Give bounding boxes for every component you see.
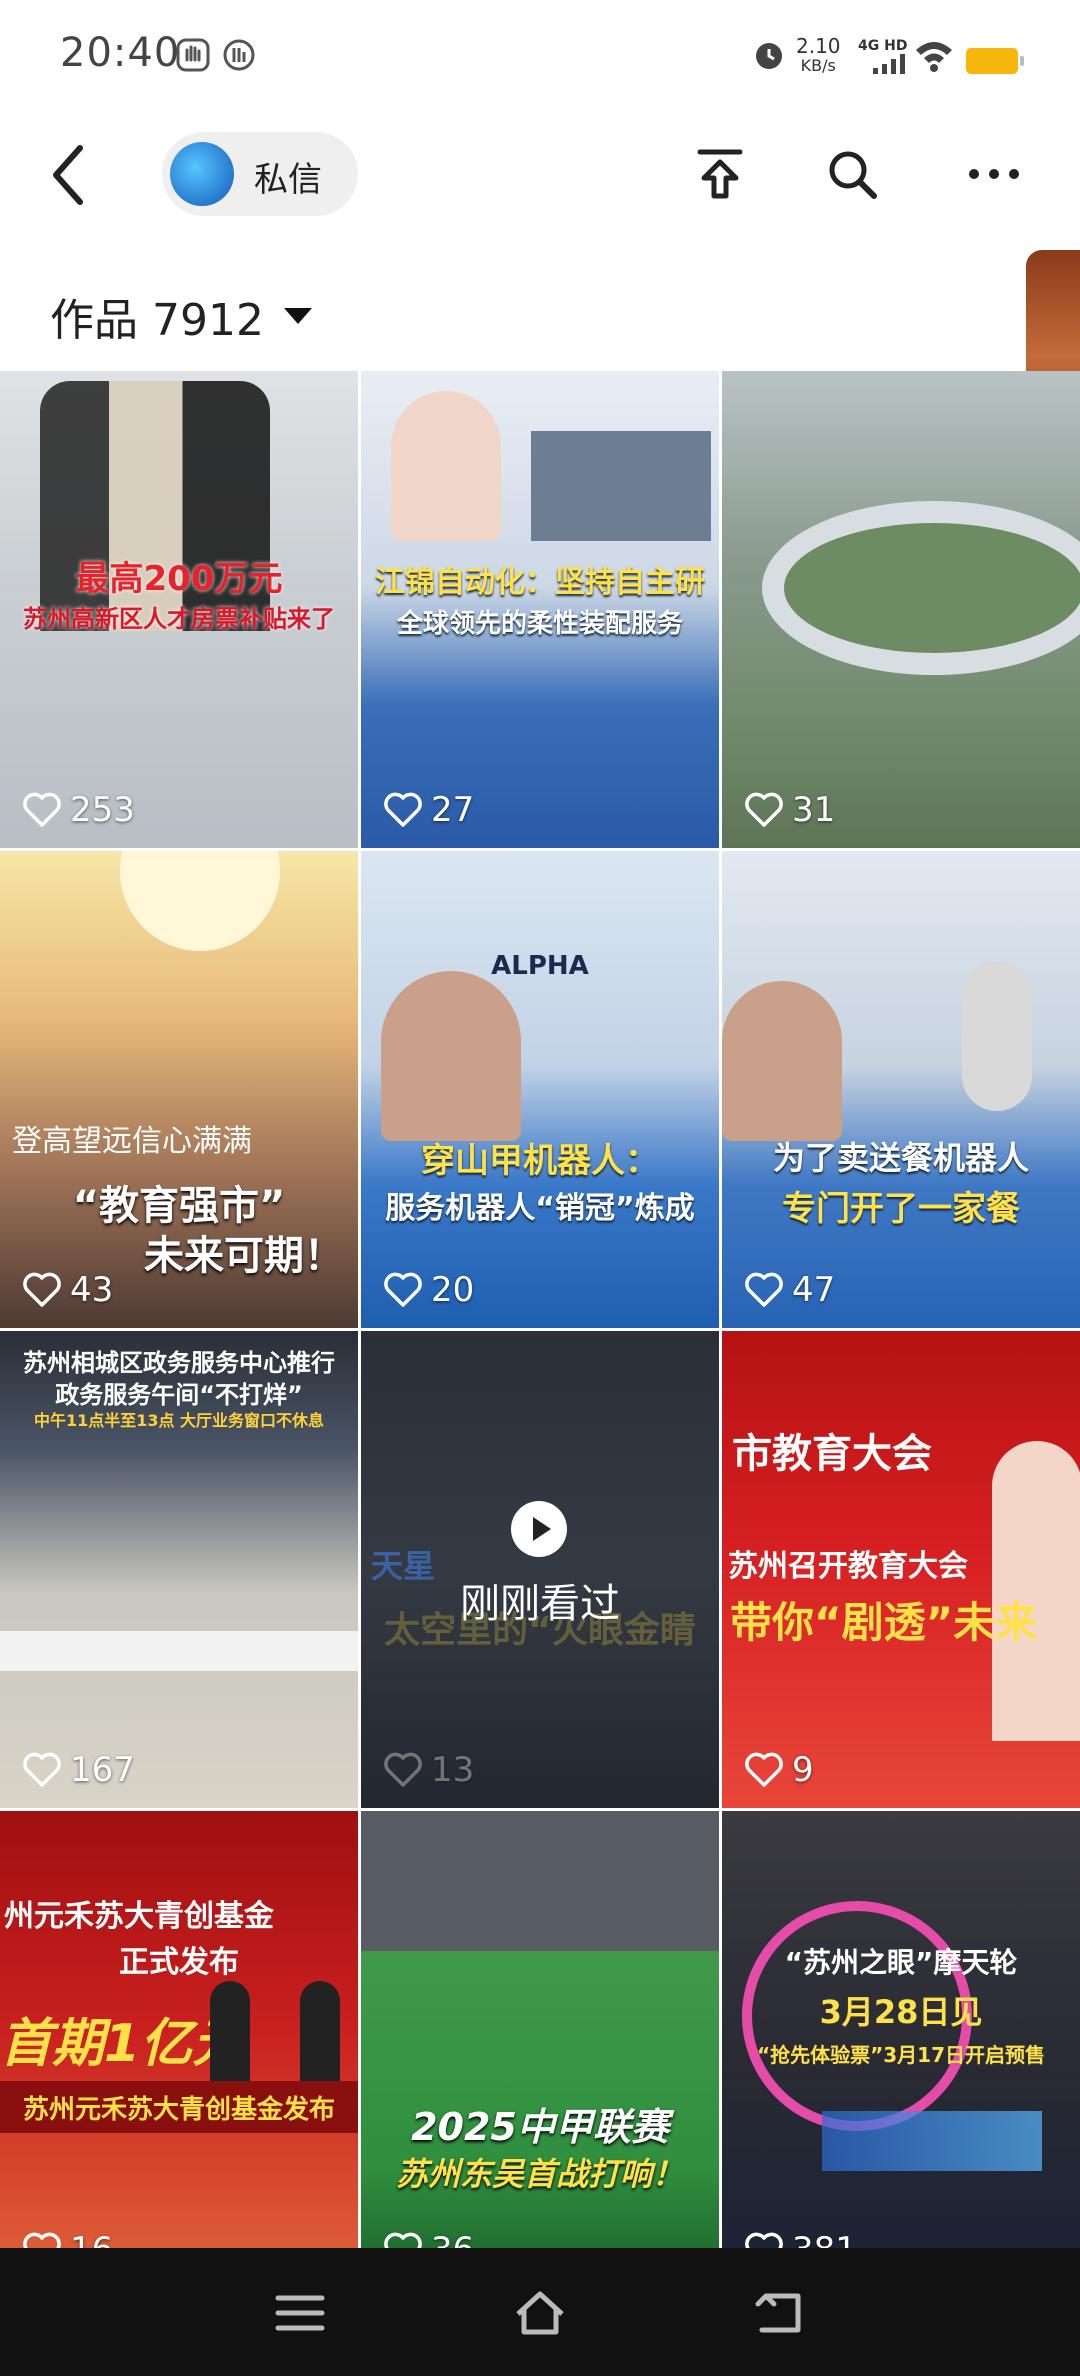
tile-title: 苏州相城区政务服务中心推行	[23, 1349, 335, 1377]
like-count: 27	[383, 790, 474, 830]
play-icon[interactable]	[511, 1501, 567, 1557]
video-tile[interactable]: 最高200万元 苏州高新区人才房票补贴来了 253	[0, 371, 358, 848]
video-tile[interactable]: 为了卖送餐机器人 专门开了一家餐 47	[722, 851, 1080, 1328]
share-upload-icon[interactable]	[692, 146, 748, 202]
like-count: 13	[383, 1750, 474, 1790]
video-tile[interactable]: 市教育大会 苏州召开教育大会 带你“剧透”未来 9	[722, 1331, 1080, 1808]
tile-title: 登高望远信心满满	[12, 1124, 252, 1159]
like-count: 167	[22, 1750, 135, 1790]
like-count: 31	[744, 790, 835, 830]
video-tile[interactable]: 苏州相城区政务服务中心推行 政务服务午间“不打烊” 中午11点半至13点 大厅业…	[0, 1331, 358, 1808]
tile-title: 穿山甲机器人：	[421, 1141, 659, 1181]
video-tile[interactable]: ALPHA 穿山甲机器人： 服务机器人“销冠”炼成 20	[361, 851, 719, 1328]
signal-icon	[873, 54, 905, 74]
tile-tagline: 带你“剧透”未来	[730, 1598, 1038, 1647]
tile-title: 州元禾苏大青创基金	[4, 1899, 274, 1934]
video-tile[interactable]: 登高望远信心满满 “教育强市” 未来可期！ 43	[0, 851, 358, 1328]
tile-title: 江锦自动化：坚持自主研	[375, 565, 705, 600]
more-icon[interactable]	[966, 146, 1022, 202]
network-type: 4G HD	[858, 38, 908, 54]
tile-subtitle: 全球领先的柔性装配服务	[396, 609, 683, 639]
heart-icon	[23, 1752, 61, 1787]
heart-icon	[23, 1272, 61, 1307]
like-count: 253	[22, 790, 135, 830]
tile-title: 2025中甲联赛	[411, 2105, 669, 2149]
video-tile[interactable]: 2025中甲联赛 苏州东吴首战打响！ 36	[361, 1811, 719, 2288]
video-tile[interactable]: “苏州之眼”摩天轮 3月28日见 “抢先体验票”3月17日开启预售 381	[722, 1811, 1080, 2288]
search-icon[interactable]	[824, 146, 880, 202]
private-message-label: 私信	[254, 160, 322, 200]
wifi-icon	[916, 42, 952, 72]
tile-title: “苏州之眼”摩天轮	[784, 1946, 1018, 1979]
back-arrow-icon[interactable]	[44, 140, 94, 210]
tile-subtitle: 苏州高新区人才房票补贴来了	[23, 605, 335, 633]
video-tile[interactable]: 天星 太空里的“火眼金睛 刚刚看过 13	[361, 1331, 719, 1808]
notification-hand-icon	[176, 38, 210, 72]
heart-icon	[384, 792, 422, 827]
alarm-icon	[756, 43, 782, 69]
tile-subtitle: 正式发布	[119, 1945, 239, 1980]
heart-icon	[384, 1272, 422, 1307]
video-tile[interactable]: 31	[722, 371, 1080, 848]
like-count: 20	[383, 1270, 474, 1310]
video-tile[interactable]: 州元禾苏大青创基金 正式发布 首期1亿元 苏州元禾苏大青创基金发布 16	[0, 1811, 358, 2288]
notification-app-icon	[223, 39, 255, 71]
tile-title: 市教育大会	[732, 1431, 932, 1477]
heart-icon	[745, 792, 783, 827]
heart-icon	[745, 1752, 783, 1787]
heart-icon	[384, 1752, 422, 1787]
like-count: 9	[744, 1750, 814, 1790]
tile-caption: 苏州元禾苏大青创基金发布	[22, 2095, 335, 2125]
private-message-button[interactable]: 私信	[162, 132, 358, 216]
status-time: 20:40	[60, 30, 181, 76]
video-tile[interactable]: 江锦自动化：坚持自主研 全球领先的柔性装配服务 27	[361, 371, 719, 848]
tile-note: “抢先体验票”3月17日开启预售	[756, 2043, 1046, 2067]
heart-icon	[23, 792, 61, 827]
network-speed: 2.10 KB/s	[796, 34, 841, 75]
tile-subtitle: 苏州东吴首战打响！	[395, 2155, 684, 2193]
tile-subtitle: 苏州召开教育大会	[728, 1549, 968, 1584]
tile-subtitle: 3月28日见	[819, 1993, 983, 2031]
tile-note: 中午11点半至13点 大厅业务窗口不休息	[33, 1411, 325, 1430]
tile-subtitle: 服务机器人“销冠”炼成	[385, 1191, 695, 1226]
works-count-label: 作品 7912	[50, 295, 264, 346]
back-icon[interactable]	[752, 2286, 808, 2340]
battery-icon	[966, 48, 1024, 74]
avatar	[170, 142, 234, 206]
tile-subtitle: 政务服务午间“不打烊”	[55, 1381, 303, 1409]
top-bar: 私信	[0, 110, 1080, 240]
tile-title: 最高200万元	[75, 559, 283, 599]
menu-icon[interactable]	[272, 2286, 328, 2340]
system-nav-bar	[0, 2248, 1080, 2376]
tile-brand: ALPHA	[491, 951, 589, 981]
tile-subtitle: 专门开了一家餐	[782, 1189, 1020, 1229]
status-bar: 20:40 2.10 KB/s 4G HD	[0, 0, 1080, 110]
recently-watched-label: 刚刚看过	[460, 1581, 620, 1627]
like-count: 43	[22, 1270, 113, 1310]
home-icon[interactable]	[512, 2286, 568, 2340]
caret-down-icon	[283, 308, 312, 324]
heart-icon	[745, 1272, 783, 1307]
tile-title: 为了卖送餐机器人	[772, 1139, 1029, 1177]
works-count-dropdown[interactable]: 作品 7912	[50, 284, 312, 348]
like-count: 47	[744, 1270, 835, 1310]
